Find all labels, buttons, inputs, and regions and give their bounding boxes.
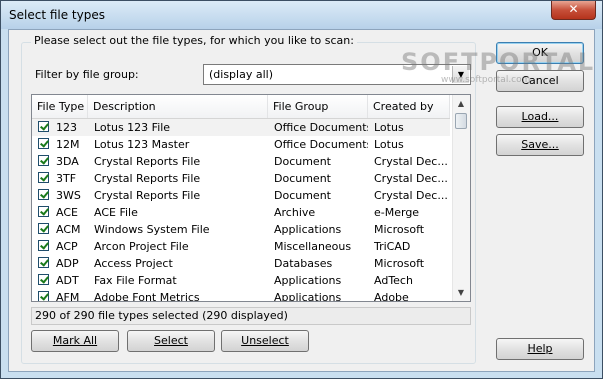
cell-desc: Lotus 123 Master [94, 138, 190, 151]
cell-type: ACP [56, 240, 78, 253]
dialog-window: Select file types ✕ Please select out th… [0, 0, 603, 379]
cell-desc: Fax File Format [94, 274, 177, 287]
row-checkbox[interactable] [38, 223, 49, 234]
close-icon: ✕ [568, 2, 579, 16]
cell-by: Lotus [374, 121, 404, 134]
cell-group: Applications [274, 291, 342, 302]
row-checkbox[interactable] [38, 274, 49, 285]
row-checkbox[interactable] [38, 240, 49, 251]
table-row[interactable]: 123 Lotus 123 File Office Documents Lotus [32, 119, 450, 136]
column-header-created-by[interactable]: Created by [368, 95, 450, 118]
cell-desc: Crystal Reports File [94, 172, 201, 185]
table-row[interactable]: ACM Windows System File Applications Micros… [32, 221, 450, 238]
table-row[interactable]: ACE ACE File Archive e-Merge [32, 204, 450, 221]
selection-status: 290 of 290 file types selected (290 disp… [31, 307, 471, 325]
cell-by: Crystal Dec... [374, 155, 448, 168]
row-checkbox[interactable] [38, 189, 49, 200]
cell-type: ACM [56, 223, 81, 236]
cell-type: 3DA [56, 155, 79, 168]
cell-by: Microsoft [374, 257, 425, 270]
unselect-button[interactable]: Unselect [221, 330, 309, 352]
cell-desc: Access Project [94, 257, 173, 270]
cell-type: ACE [56, 206, 78, 219]
table-row[interactable]: ACP Arcon Project File Miscellaneous TriCAD [32, 238, 450, 255]
cell-by: Crystal Dec... [374, 172, 448, 185]
table-row[interactable]: 3WS Crystal Reports File Document Crystal D… [32, 187, 450, 204]
cell-by: AdTech [374, 274, 413, 287]
row-checkbox[interactable] [38, 121, 49, 132]
vertical-scrollbar[interactable]: ▲ ▼ [452, 95, 470, 301]
cell-group: Miscellaneous [274, 240, 352, 253]
cell-type: 12M [56, 138, 80, 151]
cell-group: Databases [274, 257, 333, 270]
table-row[interactable]: ADT Fax File Format Applications AdTech [32, 272, 450, 289]
help-button[interactable]: Help [496, 338, 584, 360]
cell-type: 3TF [56, 172, 77, 185]
filter-label: Filter by file group: [35, 68, 139, 81]
close-button[interactable]: ✕ [551, 1, 596, 20]
cell-group: Document [274, 189, 331, 202]
cell-group: Office Documents [274, 121, 368, 134]
row-checkbox[interactable] [38, 257, 49, 268]
table-row[interactable]: 3DA Crystal Reports File Document Crystal D… [32, 153, 450, 170]
save-button[interactable]: Save... [496, 134, 584, 156]
cell-by: Crystal Dec... [374, 189, 448, 202]
table-row[interactable]: 12M Lotus 123 Master Office Documents Lotus [32, 136, 450, 153]
cell-desc: Adobe Font Metrics [94, 291, 200, 302]
select-button[interactable]: Select [127, 330, 215, 352]
cell-by: TriCAD [374, 240, 411, 253]
load-button[interactable]: Load... [496, 106, 584, 128]
table-row[interactable]: ADP Access Project Databases Microsoft [32, 255, 450, 272]
cell-type: 123 [56, 121, 77, 134]
scroll-up-icon[interactable]: ▲ [453, 95, 469, 112]
cell-type: ADP [56, 257, 79, 270]
scroll-down-icon[interactable]: ▼ [453, 284, 469, 301]
file-types-list[interactable]: File Type Description File Group Created… [31, 94, 471, 302]
cell-group: Document [274, 172, 331, 185]
window-title: Select file types [9, 8, 105, 22]
column-header-file-group[interactable]: File Group [268, 95, 368, 118]
row-checkbox[interactable] [38, 172, 49, 183]
table-row[interactable]: 3TF Crystal Reports File Document Crystal D… [32, 170, 450, 187]
row-checkbox[interactable] [38, 138, 49, 149]
row-checkbox[interactable] [38, 155, 49, 166]
table-row[interactable]: AFM Adobe Font Metrics Applications Adobe [32, 289, 450, 302]
cell-desc: Arcon Project File [94, 240, 189, 253]
cell-desc: Crystal Reports File [94, 155, 201, 168]
cell-type: ADT [56, 274, 79, 287]
mark-all-button[interactable]: Mark All [31, 330, 119, 352]
cell-desc: Crystal Reports File [94, 189, 201, 202]
cell-desc: Windows System File [94, 223, 210, 236]
list-header: File Type Description File Group Created… [32, 95, 450, 119]
cell-group: Archive [274, 206, 316, 219]
watermark-logo: SOFTPORTAL [401, 48, 596, 76]
cell-by: Lotus [374, 138, 404, 151]
watermark-url: www.softportal.com [441, 75, 531, 85]
title-bar[interactable]: Select file types ✕ [1, 1, 602, 29]
cell-by: e-Merge [374, 206, 420, 219]
cell-group: Office Documents [274, 138, 368, 151]
cell-desc: Lotus 123 File [94, 121, 171, 134]
row-checkbox[interactable] [38, 206, 49, 217]
list-rows: 123 Lotus 123 File Office Documents Lotus 12… [32, 119, 450, 302]
cell-type: 3WS [56, 189, 81, 202]
cell-group: Document [274, 155, 331, 168]
filter-dropdown-value: (display all) [209, 68, 273, 81]
scroll-thumb[interactable] [455, 113, 467, 129]
row-checkbox[interactable] [38, 291, 49, 301]
cell-by: Microsoft [374, 223, 425, 236]
column-header-description[interactable]: Description [88, 95, 268, 118]
cell-desc: ACE File [94, 206, 138, 219]
group-legend: Please select out the file types, for wh… [31, 34, 357, 47]
cell-type: AFM [56, 291, 80, 302]
cell-group: Applications [274, 223, 342, 236]
cell-by: Adobe [374, 291, 409, 302]
column-header-file-type[interactable]: File Type [32, 95, 88, 118]
cell-group: Applications [274, 274, 342, 287]
